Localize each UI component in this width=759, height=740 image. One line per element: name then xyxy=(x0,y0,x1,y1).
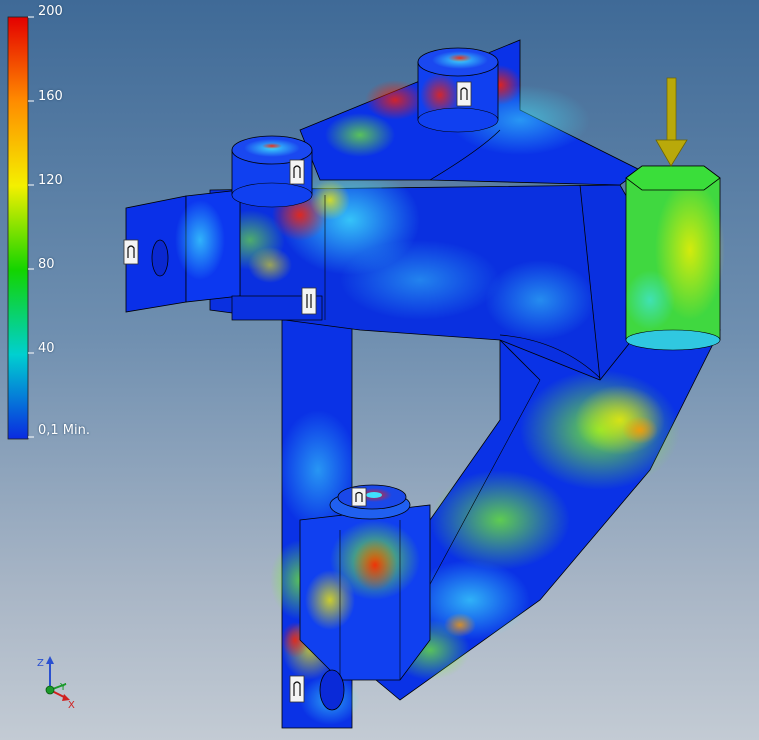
legend-label: 80 xyxy=(38,257,55,272)
legend-label-min: 0,1 Min. xyxy=(38,423,91,438)
legend-label: 40 xyxy=(38,341,55,356)
triad-origin-icon xyxy=(45,685,55,695)
stress-legend: 200 160 120 80 40 0,1 Min. xyxy=(0,0,130,450)
z-axis-arrow-icon xyxy=(46,656,54,664)
right-cylinder[interactable] xyxy=(625,165,725,351)
bottom-hole xyxy=(319,669,345,711)
legend-label-max: 200 xyxy=(38,4,63,19)
pin-icon xyxy=(289,675,305,703)
legend-label: 120 xyxy=(38,173,63,188)
left-flange[interactable] xyxy=(125,189,241,313)
pin-icon xyxy=(456,81,472,107)
z-axis-label: Z xyxy=(37,658,44,669)
left-flange-hole xyxy=(151,239,169,277)
pin-icon xyxy=(351,487,367,507)
pin-icon xyxy=(289,159,305,185)
x-axis-label: X xyxy=(68,700,75,711)
y-axis-label: Y xyxy=(59,682,67,693)
orientation-triad[interactable]: Z Y X xyxy=(30,652,90,712)
legend-color-bar xyxy=(7,16,34,440)
legend-label: 160 xyxy=(38,89,63,104)
load-arrow xyxy=(655,77,688,167)
pin-icon xyxy=(301,287,317,315)
down-arrow-icon xyxy=(655,139,688,167)
